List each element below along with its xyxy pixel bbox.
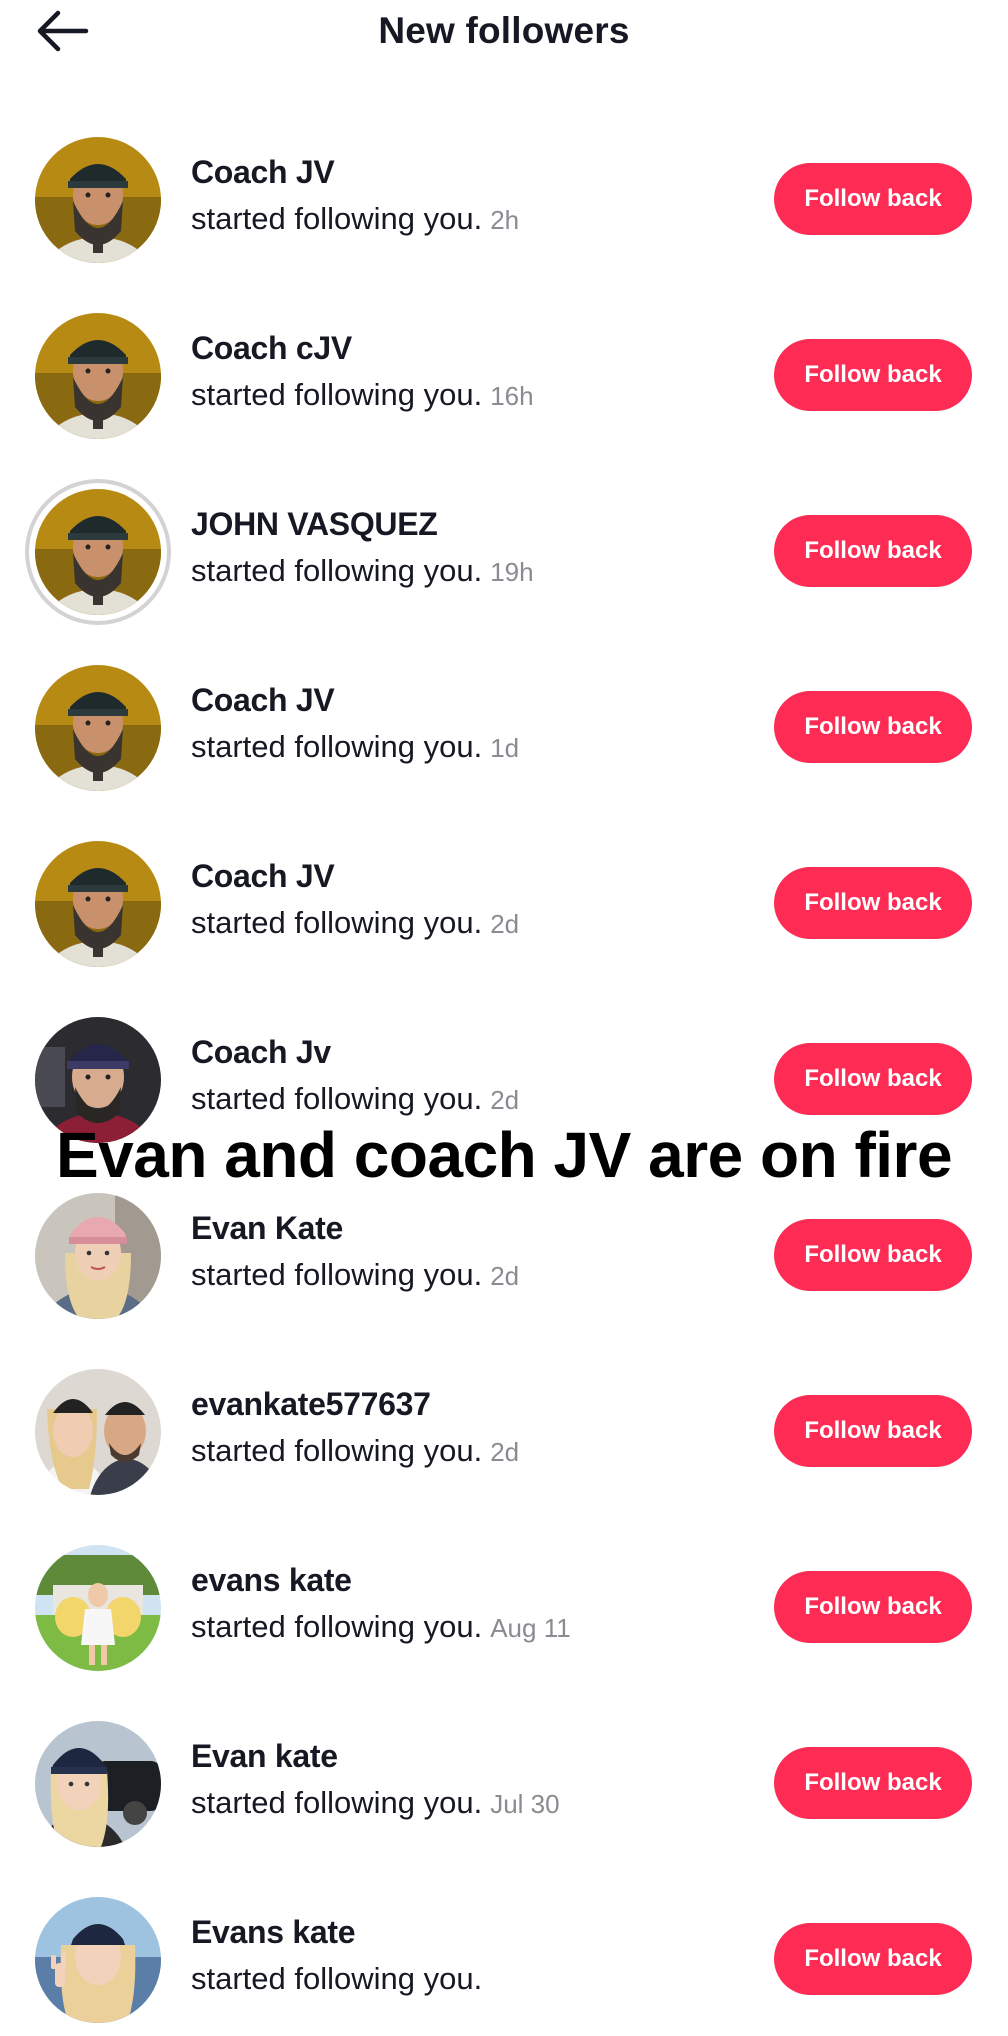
follow-back-button[interactable]: Follow back	[774, 691, 972, 763]
follower-subtext: started following you. 2d	[191, 1257, 519, 1293]
follower-row[interactable]: Coach JV started following you. 1d Follow…	[0, 628, 1008, 804]
timestamp: 16h	[490, 381, 534, 411]
action-text: started following you.	[191, 1081, 483, 1116]
action-text: started following you.	[191, 905, 483, 940]
follower-subtext: started following you. 16h	[191, 377, 534, 413]
avatar[interactable]	[35, 489, 161, 615]
follower-name[interactable]: JOHN VASQUEZ	[191, 506, 438, 543]
avatar[interactable]	[35, 665, 161, 791]
follower-subtext: started following you. 2d	[191, 1081, 519, 1117]
follower-name[interactable]: Coach cJV	[191, 330, 352, 367]
follow-back-button[interactable]: Follow back	[774, 339, 972, 411]
action-text: started following you.	[191, 553, 483, 588]
follow-back-button[interactable]: Follow back	[774, 867, 972, 939]
page-title: New followers	[378, 10, 630, 51]
action-text: started following you.	[191, 1257, 483, 1292]
action-text: started following you.	[191, 729, 483, 764]
follow-back-button[interactable]: Follow back	[774, 163, 972, 235]
follower-name[interactable]: Coach JV	[191, 682, 335, 719]
follower-name[interactable]: Evans kate	[191, 1914, 356, 1951]
follower-subtext: started following you. 1d	[191, 729, 519, 765]
follower-subtext: started following you. 2d	[191, 905, 519, 941]
follower-name[interactable]: evans kate	[191, 1562, 352, 1599]
avatar[interactable]	[35, 1017, 161, 1143]
follow-back-button[interactable]: Follow back	[774, 1571, 972, 1643]
action-text: started following you.	[191, 1961, 483, 1996]
avatar[interactable]	[35, 1369, 161, 1495]
follow-back-button[interactable]: Follow back	[774, 1395, 972, 1467]
avatar[interactable]	[35, 841, 161, 967]
action-text: started following you.	[191, 1433, 483, 1468]
follower-row[interactable]: Coach cJV started following you. 16h Foll…	[0, 276, 1008, 452]
follower-row[interactable]: Evan Kate started following you. 2d Follo…	[0, 1156, 1008, 1332]
follower-row[interactable]: evankate577637 started following you. 2d …	[0, 1332, 1008, 1508]
follow-back-button[interactable]: Follow back	[774, 1219, 972, 1291]
follower-name[interactable]: Evan kate	[191, 1738, 338, 1775]
action-text: started following you.	[191, 1785, 483, 1820]
follow-back-button[interactable]: Follow back	[774, 1747, 972, 1819]
action-text: started following you.	[191, 201, 483, 236]
follower-subtext: started following you. 2h	[191, 201, 519, 237]
follower-name[interactable]: evankate577637	[191, 1386, 431, 1423]
avatar[interactable]	[35, 1721, 161, 1847]
timestamp: Aug 11	[490, 1613, 571, 1643]
timestamp: 2d	[490, 1085, 520, 1115]
timestamp: 1d	[490, 733, 520, 763]
timestamp: Jul 30	[490, 1789, 560, 1819]
timestamp: 2d	[490, 909, 520, 939]
timestamp: 2h	[490, 205, 520, 235]
timestamp: 2d	[490, 1437, 520, 1467]
follower-row[interactable]: Coach JV started following you. 2d Follow…	[0, 804, 1008, 980]
follow-back-button[interactable]: Follow back	[774, 1043, 972, 1115]
follower-row[interactable]: Evan kate started following you. Jul 30 F…	[0, 1684, 1008, 1860]
follower-name[interactable]: Coach Jv	[191, 1034, 331, 1071]
follow-back-button[interactable]: Follow back	[774, 515, 972, 587]
follower-row[interactable]: Coach JV started following you. 2h Follow…	[0, 100, 1008, 276]
follower-subtext: started following you. Jul 30	[191, 1785, 560, 1821]
follow-back-button[interactable]: Follow back	[774, 1923, 972, 1995]
follower-row[interactable]: Evans kate started following you. Follow…	[0, 1860, 1008, 2036]
timestamp: 2d	[490, 1261, 520, 1291]
follower-row[interactable]: JOHN VASQUEZ started following you. 19h F…	[0, 452, 1008, 628]
avatar[interactable]	[35, 137, 161, 263]
follower-row[interactable]: evans kate started following you. Aug 11 …	[0, 1508, 1008, 1684]
follower-name[interactable]: Coach JV	[191, 154, 335, 191]
top-bar: New followers	[0, 0, 1008, 64]
follower-subtext: started following you.	[191, 1961, 490, 1997]
timestamp: 19h	[490, 557, 534, 587]
follower-name[interactable]: Coach JV	[191, 858, 335, 895]
action-text: started following you.	[191, 1609, 483, 1644]
follower-subtext: started following you. Aug 11	[191, 1609, 571, 1645]
avatar[interactable]	[35, 1545, 161, 1671]
follower-subtext: started following you. 2d	[191, 1433, 519, 1469]
avatar[interactable]	[35, 1193, 161, 1319]
avatar[interactable]	[35, 1897, 161, 2023]
follower-subtext: started following you. 19h	[191, 553, 534, 589]
follower-name[interactable]: Evan Kate	[191, 1210, 343, 1247]
action-text: started following you.	[191, 377, 483, 412]
avatar[interactable]	[35, 313, 161, 439]
follower-row[interactable]: Coach Jv started following you. 2d Follow…	[0, 980, 1008, 1156]
